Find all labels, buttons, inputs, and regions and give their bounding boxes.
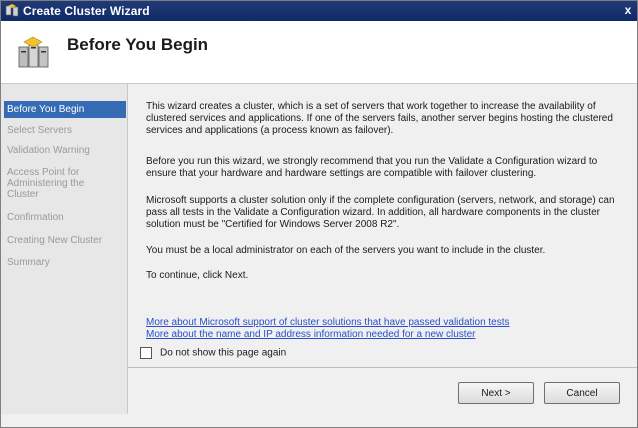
- name-ip-info-link[interactable]: More about the name and IP address infor…: [146, 329, 475, 340]
- dont-show-again-checkbox[interactable]: [140, 347, 152, 359]
- sidebar-item-validation-warning: Validation Warning: [7, 145, 90, 156]
- window-title: Create Cluster Wizard: [23, 4, 150, 18]
- page-title: Before You Begin: [67, 35, 209, 54]
- validate-recommendation-paragraph: Before you run this wizard, we strongly …: [146, 156, 598, 179]
- close-icon[interactable]: x: [621, 3, 635, 18]
- sidebar-item-summary: Summary: [7, 257, 50, 268]
- continue-instruction: To continue, click Next.: [146, 270, 249, 281]
- wizard-steps-sidebar: Before You Begin Select Servers Validati…: [1, 84, 128, 414]
- sidebar-item-creating-new-cluster: Creating New Cluster: [7, 235, 103, 246]
- title-bar[interactable]: Create Cluster Wizard x: [1, 1, 637, 21]
- intro-paragraph: This wizard creates a cluster, which is …: [146, 101, 613, 136]
- support-paragraph: Microsoft supports a cluster solution on…: [146, 195, 615, 230]
- sidebar-item-confirmation: Confirmation: [7, 212, 64, 223]
- cluster-servers-icon: [18, 36, 49, 68]
- cancel-button[interactable]: Cancel: [544, 382, 620, 404]
- sidebar-item-select-servers: Select Servers: [7, 125, 73, 136]
- admin-requirement-paragraph: You must be a local administrator on eac…: [146, 245, 546, 256]
- create-cluster-wizard-window: Create Cluster Wizard x Before You Begin…: [0, 0, 638, 428]
- dont-show-again-row[interactable]: Do not show this page again: [140, 347, 286, 359]
- next-button[interactable]: Next >: [458, 382, 534, 404]
- support-info-link[interactable]: More about Microsoft support of cluster …: [146, 317, 510, 328]
- page-header: Before You Begin: [1, 21, 637, 84]
- sidebar-item-access-point: Access Point for Administering the Clust…: [7, 167, 85, 200]
- cluster-app-icon: [5, 4, 19, 17]
- sidebar-item-before-you-begin[interactable]: Before You Begin: [4, 101, 126, 118]
- footer-separator: [128, 367, 637, 368]
- wizard-content: This wizard creates a cluster, which is …: [128, 84, 637, 414]
- dont-show-again-label: Do not show this page again: [160, 347, 287, 359]
